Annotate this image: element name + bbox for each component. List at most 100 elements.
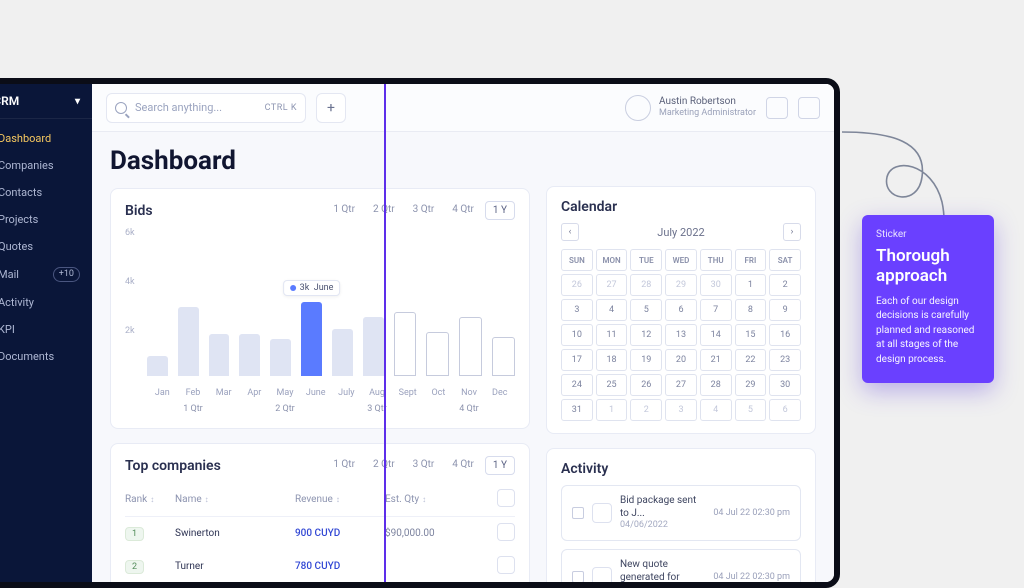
calendar-day[interactable]: 27 [665, 374, 697, 396]
calendar-day[interactable]: 26 [630, 374, 662, 396]
calendar-day[interactable]: 25 [596, 374, 628, 396]
calendar-day[interactable]: 13 [665, 324, 697, 346]
chart-bar[interactable] [426, 332, 449, 376]
workspace-switcher[interactable]: ◆ CRM ▾ [0, 84, 92, 119]
chart-bar[interactable] [492, 337, 515, 376]
calendar-day[interactable]: 5 [735, 399, 767, 421]
grid-icon[interactable] [798, 97, 820, 119]
sidebar-item-dashboard[interactable]: Dashboard [0, 125, 92, 152]
chart-bar[interactable] [147, 356, 168, 376]
row-action-icon[interactable] [497, 556, 515, 574]
user-menu[interactable]: Austin Robertson Marketing Administrator [625, 95, 756, 121]
calendar-day[interactable]: 8 [735, 299, 767, 321]
sidebar-item-contacts[interactable]: Contacts [0, 179, 92, 206]
calendar-day[interactable]: 17 [561, 349, 593, 371]
calendar-next-button[interactable]: › [783, 223, 801, 241]
add-button[interactable]: + [316, 93, 346, 123]
calendar-day[interactable]: 26 [561, 274, 593, 296]
row-action-icon[interactable] [497, 523, 515, 541]
range-option[interactable]: 1 Y [485, 201, 515, 220]
table-row[interactable]: 2 Turner 780 CUYD [125, 550, 515, 583]
chart-bar[interactable] [332, 329, 353, 376]
calendar-day[interactable]: 31 [561, 399, 593, 421]
calendar-day[interactable]: 4 [596, 299, 628, 321]
calendar-day[interactable]: 3 [561, 299, 593, 321]
calendar-day[interactable]: 1 [735, 274, 767, 296]
chart-bar[interactable] [459, 317, 482, 376]
calendar-day[interactable]: 16 [769, 324, 801, 346]
chart-bar[interactable] [394, 312, 417, 376]
calendar-day[interactable]: 1 [596, 399, 628, 421]
range-option[interactable]: 3 Qtr [406, 456, 442, 475]
sidebar-item-companies[interactable]: Companies [0, 152, 92, 179]
calendar-day[interactable]: 28 [630, 274, 662, 296]
quarter-label: 2 Qtr [239, 404, 331, 414]
chevron-down-icon: ▾ [75, 96, 80, 107]
range-option[interactable]: 1 Y [485, 456, 515, 475]
sort-icon[interactable]: ↕ [422, 495, 426, 504]
user-name: Austin Robertson [659, 96, 756, 108]
sidebar-item-projects[interactable]: Projects [0, 206, 92, 233]
sidebar-item-mail[interactable]: Mail+10 [0, 260, 92, 289]
y-tick: 2k [125, 326, 135, 336]
calendar-day[interactable]: 10 [561, 324, 593, 346]
calendar-day[interactable]: 2 [769, 274, 801, 296]
activity-item[interactable]: New quote generated for 04/06/2022 04 Ju… [561, 549, 801, 588]
calendar-day[interactable]: 29 [735, 374, 767, 396]
calendar-day[interactable]: 5 [630, 299, 662, 321]
calendar-day[interactable]: 29 [665, 274, 697, 296]
calendar-day[interactable]: 14 [700, 324, 732, 346]
calendar-day[interactable]: 21 [700, 349, 732, 371]
calendar-day[interactable]: 6 [769, 399, 801, 421]
chart-bar[interactable] [363, 317, 384, 376]
calendar-day[interactable]: 27 [596, 274, 628, 296]
search-input[interactable]: Search anything... CTRL K [106, 93, 306, 123]
table-header: Rank↕ Name↕ Revenue↕ Est. Qty↕ [125, 483, 515, 517]
activity-item[interactable]: Bid package sent to J... 04/06/2022 04 J… [561, 485, 801, 541]
calendar-day[interactable]: 15 [735, 324, 767, 346]
range-option[interactable]: 1 Qtr [326, 456, 362, 475]
sidebar-item-kpi[interactable]: KPI [0, 316, 92, 343]
chart-bar[interactable]: 3k June [301, 302, 322, 376]
chart-bar[interactable] [178, 307, 199, 376]
range-option[interactable]: 1 Qtr [326, 201, 362, 220]
calendar-card: Calendar ‹ July 2022 › SUNMONTUEWEDTHUFR… [546, 186, 816, 434]
calendar-day[interactable]: 28 [700, 374, 732, 396]
layout-icon[interactable] [766, 97, 788, 119]
calendar-day[interactable]: 23 [769, 349, 801, 371]
chart-bar[interactable] [270, 339, 291, 376]
calendar-day[interactable]: 11 [596, 324, 628, 346]
calendar-day[interactable]: 3 [665, 399, 697, 421]
sidebar-item-label: Quotes [0, 240, 33, 253]
calendar-day[interactable]: 6 [665, 299, 697, 321]
checkbox[interactable] [572, 507, 584, 519]
sort-icon[interactable]: ↕ [336, 495, 340, 504]
calendar-day[interactable]: 4 [700, 399, 732, 421]
calendar-day[interactable]: 24 [561, 374, 593, 396]
calendar-day[interactable]: 30 [700, 274, 732, 296]
sort-icon[interactable]: ↕ [150, 495, 154, 504]
calendar-day[interactable]: 9 [769, 299, 801, 321]
calendar-prev-button[interactable]: ‹ [561, 223, 579, 241]
columns-settings-icon[interactable] [497, 489, 515, 507]
checkbox[interactable] [572, 571, 584, 583]
chart-bar[interactable] [239, 334, 260, 376]
sort-icon[interactable]: ↕ [205, 495, 209, 504]
calendar-day[interactable]: 19 [630, 349, 662, 371]
sidebar-item-activity[interactable]: Activity [0, 289, 92, 316]
range-option[interactable]: 4 Qtr [445, 456, 481, 475]
table-row[interactable]: 1 Swinerton 900 CUYD $90,000.00 [125, 517, 515, 550]
range-option[interactable]: 3 Qtr [406, 201, 442, 220]
calendar-day[interactable]: 7 [700, 299, 732, 321]
calendar-day[interactable]: 22 [735, 349, 767, 371]
calendar-day[interactable]: 20 [665, 349, 697, 371]
calendar-day[interactable]: 2 [630, 399, 662, 421]
calendar-day[interactable]: 18 [596, 349, 628, 371]
sidebar-item-quotes[interactable]: Quotes [0, 233, 92, 260]
sidebar-item-documents[interactable]: Documents [0, 343, 92, 370]
range-option[interactable]: 4 Qtr [445, 201, 481, 220]
calendar-day[interactable]: 30 [769, 374, 801, 396]
calendar-day[interactable]: 12 [630, 324, 662, 346]
chart-bar[interactable] [209, 334, 230, 376]
x-tick: Apr [239, 388, 270, 398]
